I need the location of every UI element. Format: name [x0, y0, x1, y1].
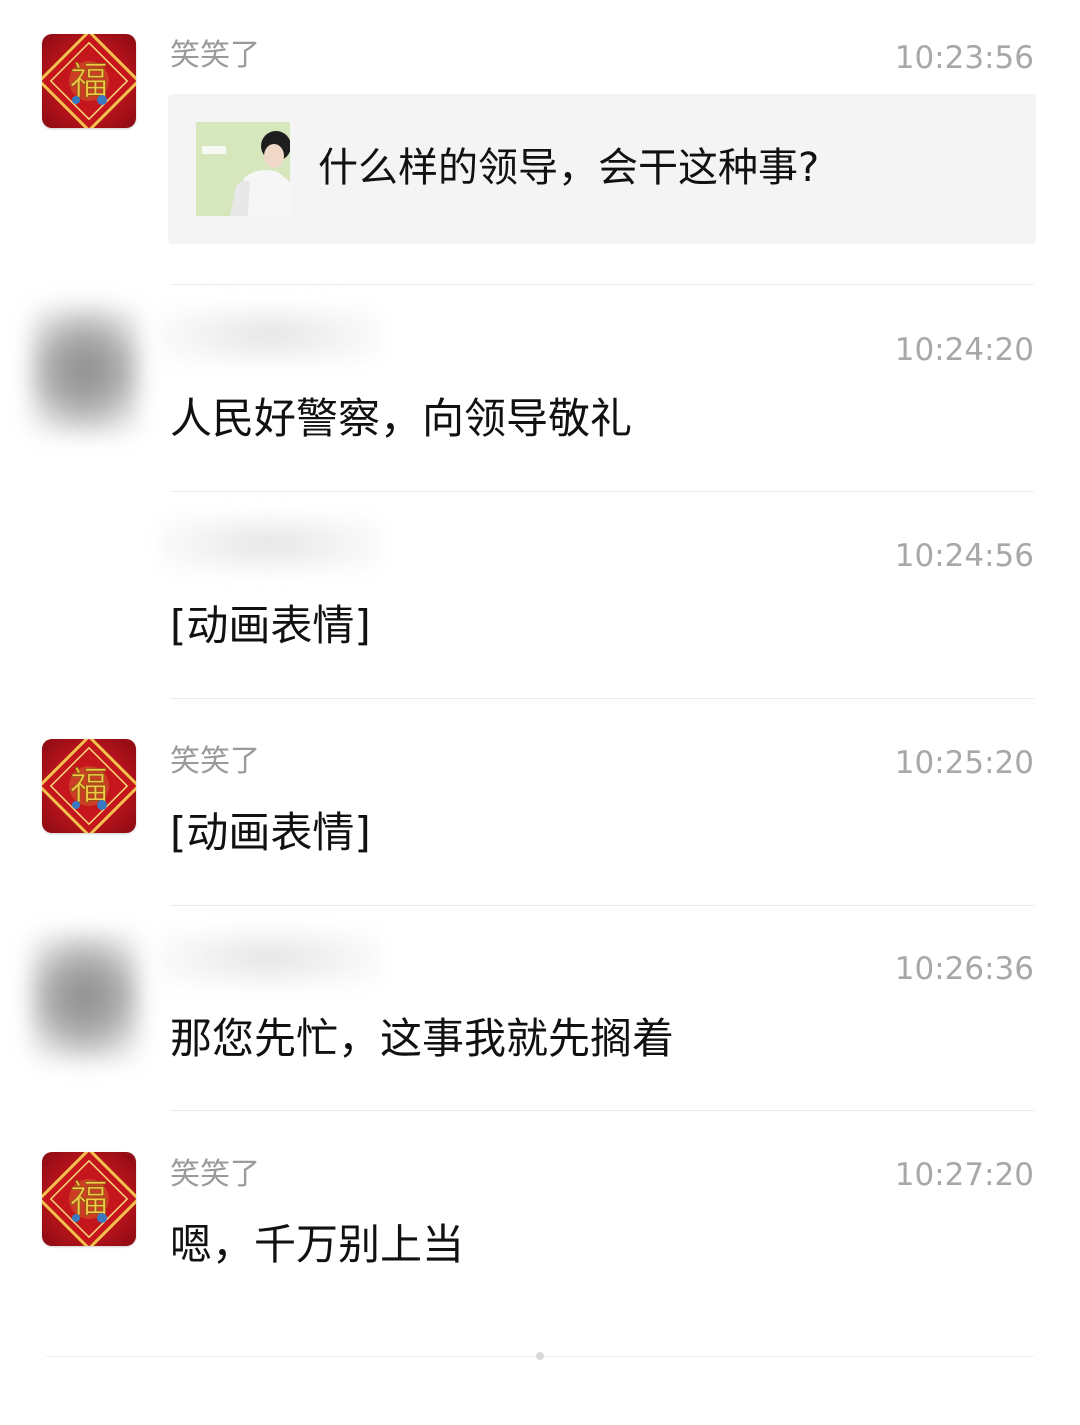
fu-emblem-icon: 福	[42, 1152, 136, 1246]
fu-avatar-icon[interactable]: 福	[42, 1152, 136, 1246]
message-text[interactable]: 人民好警察，向领导敬礼	[170, 393, 632, 445]
message-time: 10:26:36	[894, 951, 1034, 987]
page-indicator-dot	[536, 1352, 544, 1360]
fu-avatar-icon[interactable]: 福	[42, 739, 136, 833]
message-time: 10:27:20	[894, 1157, 1034, 1193]
sender-name: 笑笑了	[170, 38, 260, 73]
message-item: 福 笑笑了 10:27:20 嗯，千万别上当	[0, 1111, 1080, 1351]
message-time: 10:24:20	[894, 332, 1034, 368]
message-text[interactable]: 嗯，千万别上当	[170, 1219, 464, 1271]
quoted-article-card[interactable]: 什么样的领导，会干这种事?	[168, 94, 1036, 244]
message-item: 福 笑笑了 10:23:56 什么样的领导，会干这种事?	[0, 0, 1080, 285]
message-time: 10:25:20	[894, 745, 1034, 781]
fu-emblem-icon: 福	[42, 34, 136, 128]
message-time: 10:23:56	[894, 40, 1034, 76]
message-time: 10:24:56	[894, 538, 1034, 574]
fu-avatar-icon[interactable]: 福	[42, 34, 136, 128]
sender-name: 笑笑了	[170, 1157, 260, 1192]
blurred-sender-name	[160, 305, 380, 365]
person-meme-thumbnail-icon	[196, 122, 290, 216]
blurred-sender-name	[160, 514, 380, 574]
quoted-article-title: 什么样的领导，会干这种事?	[318, 145, 820, 191]
message-text[interactable]: [动画表情]	[170, 600, 371, 652]
message-item: 10:26:36 那您先忙，这事我就先搁着	[0, 906, 1080, 1111]
message-text[interactable]: 那您先忙，这事我就先搁着	[170, 1013, 674, 1065]
blurred-avatar-icon[interactable]	[30, 305, 140, 435]
message-item: 福 笑笑了 10:25:20 [动画表情]	[0, 699, 1080, 906]
message-item: 10:24:20 人民好警察，向领导敬礼	[0, 285, 1080, 492]
blurred-sender-name	[160, 928, 380, 988]
fu-emblem-icon: 福	[42, 739, 136, 833]
blurred-avatar-icon[interactable]	[30, 932, 140, 1062]
sender-name: 笑笑了	[170, 744, 260, 779]
message-item: 10:24:56 [动画表情]	[0, 492, 1080, 699]
message-text[interactable]: [动画表情]	[170, 807, 371, 859]
